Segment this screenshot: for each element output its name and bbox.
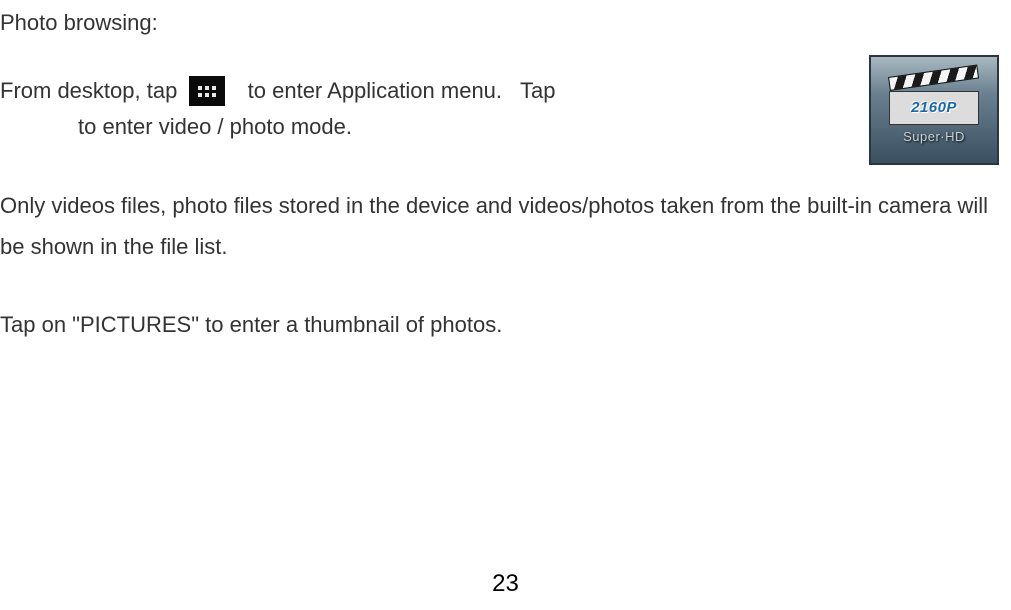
app-menu-icon: [189, 76, 225, 106]
page-number: 23: [0, 570, 1011, 598]
text-before-apps-icon: From desktop, tap: [0, 78, 183, 104]
clapperboard-icon: 2160P: [889, 77, 979, 125]
instruction-line-2: to enter video / photo mode.: [0, 114, 999, 140]
super-hd-label: Super·HD: [903, 129, 965, 144]
section-heading: Photo browsing:: [0, 10, 999, 36]
video-player-app-icon: 2160P Super·HD: [869, 55, 999, 165]
instruction-line-1: From desktop, tap to enter Application m…: [0, 76, 999, 106]
resolution-label: 2160P: [911, 99, 957, 116]
paragraph-pictures: Tap on "PICTURES" to enter a thumbnail o…: [0, 305, 999, 346]
paragraph-file-list: Only videos files, photo files stored in…: [0, 186, 999, 267]
text-after-apps-icon: to enter Application menu. Tap: [235, 78, 555, 104]
